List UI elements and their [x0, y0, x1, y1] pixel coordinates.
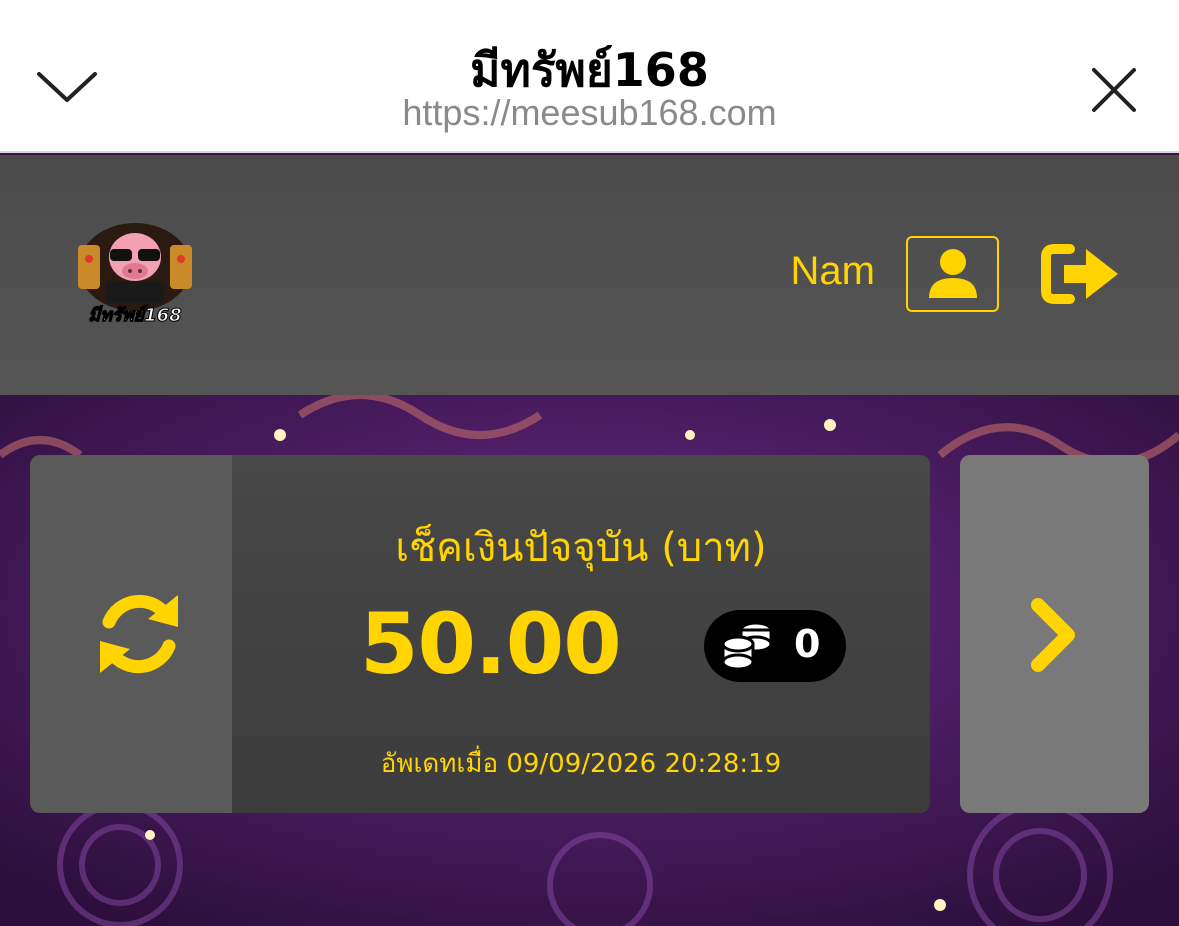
balance-amount: 50.00: [360, 595, 622, 693]
coin-count: 0: [794, 622, 821, 666]
logo-text: มีทรัพย์168: [88, 304, 181, 326]
close-icon[interactable]: [1088, 64, 1140, 116]
logout-icon[interactable]: [1040, 243, 1122, 305]
balance-label: เช็คเงินปัจจุบัน (บาท): [395, 525, 767, 571]
page-url: https://meesub168.com: [402, 92, 777, 133]
coin-badge: 0: [704, 610, 846, 682]
username: Nam: [790, 249, 875, 293]
balance-panel: เช็คเงินปัจจุบัน (บาท) 50.00 0 อัพเดทเมื…: [232, 455, 930, 813]
browser-bar: มีทรัพย์168 https://meesub168.com: [0, 0, 1179, 153]
chevron-right-icon: [1031, 598, 1075, 672]
user-icon: [929, 249, 977, 298]
profile-button[interactable]: [906, 236, 999, 312]
next-button[interactable]: [960, 455, 1149, 813]
last-updated: อัพเดทเมื่อ 09/09/2026 20:28:19: [380, 749, 782, 779]
coin-stack-icon: [721, 621, 773, 671]
site-logo[interactable]: มีทรัพย์168: [60, 215, 210, 335]
refresh-button[interactable]: [30, 455, 248, 813]
refresh-icon: [100, 594, 178, 674]
site-header: มีทรัพย์168 Nam: [0, 155, 1179, 395]
